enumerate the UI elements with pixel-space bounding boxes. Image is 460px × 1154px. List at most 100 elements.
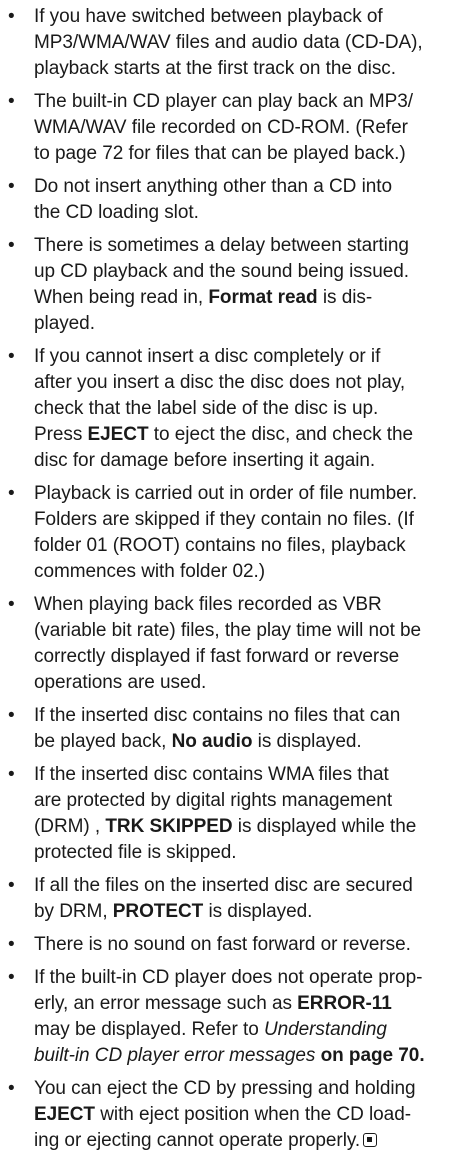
text-run: If all the files on the inserted disc ar… xyxy=(34,875,413,896)
text-run: with eject position when the CD load- xyxy=(95,1104,411,1125)
text-run: is displayed. xyxy=(203,901,313,922)
text-run: erly, an error message such as xyxy=(34,993,298,1014)
text-run: to eject the disc, and check the xyxy=(148,424,414,445)
note-line: ing or ejecting cannot operate properly. xyxy=(34,1128,450,1154)
text-run: MP3/WMA/WAV files and audio data (CD-DA)… xyxy=(34,32,423,53)
display-message: EJECT xyxy=(34,1104,95,1125)
note-line: Playback is carried out in order of file… xyxy=(34,481,450,507)
text-run: When being read in, xyxy=(34,287,209,308)
cross-reference-title: built-in CD player error messages xyxy=(34,1045,316,1066)
manual-page: • If you have switched between playback o… xyxy=(0,0,460,1151)
text-run: If the inserted disc contains WMA files … xyxy=(34,764,389,785)
text-run: ing or ejecting cannot operate properly. xyxy=(34,1130,361,1151)
list-item: • You can eject the CD by pressing and ho… xyxy=(6,1076,450,1154)
text-run: (variable bit rate) files, the play time… xyxy=(34,620,422,641)
display-message: TRK SKIPPED xyxy=(105,816,233,837)
note-line: may be displayed. Refer to Understanding xyxy=(34,1017,450,1043)
note-line: There is no sound on fast forward or rev… xyxy=(34,932,450,958)
display-message: ERROR-11 xyxy=(297,993,392,1014)
note-line: commences with folder 02.) xyxy=(34,559,450,585)
list-item: • If the inserted disc contains no files … xyxy=(6,703,450,755)
bullet-icon: • xyxy=(8,875,15,896)
text-run: playback starts at the first track on th… xyxy=(34,58,396,79)
bullet-icon: • xyxy=(8,91,15,112)
note-line: playback starts at the first track on th… xyxy=(34,56,450,82)
text-run: correctly displayed if fast forward or r… xyxy=(34,646,400,667)
note-line: Folders are skipped if they contain no f… xyxy=(34,507,450,533)
text-run: are protected by digital rights manageme… xyxy=(34,790,393,811)
text-run: If you cannot insert a disc completely o… xyxy=(34,346,381,367)
bullet-icon: • xyxy=(8,1078,15,1099)
text-run: When playing back files recorded as VBR xyxy=(34,594,382,615)
text-run: Playback is carried out in order of file… xyxy=(34,483,418,504)
list-item: • Do not insert anything other than a CD … xyxy=(6,174,450,226)
text-run: If you have switched between playback of xyxy=(34,6,383,27)
text-run: There is no sound on fast forward or rev… xyxy=(34,934,411,955)
display-message: EJECT xyxy=(87,424,149,445)
note-line: When playing back files recorded as VBR xyxy=(34,592,450,618)
list-item: • Playback is carried out in order of fil… xyxy=(6,481,450,585)
text-run: The built-in CD player can play back an … xyxy=(34,91,414,112)
display-message: No audio xyxy=(171,731,253,752)
list-item: • If you have switched between playback o… xyxy=(6,4,450,82)
note-line: built-in CD player error messages on pag… xyxy=(34,1043,450,1069)
bullet-icon: • xyxy=(8,176,15,197)
note-line: correctly displayed if fast forward or r… xyxy=(34,644,450,670)
note-line: Press EJECT to eject the disc, and check… xyxy=(34,422,450,448)
note-line: by DRM, PROTECT is displayed. xyxy=(34,899,450,925)
text-run: If the built-in CD player does not opera… xyxy=(34,967,423,988)
note-line: (variable bit rate) files, the play time… xyxy=(34,618,450,644)
text-run: check that the label side of the disc is… xyxy=(34,398,379,419)
text-run: by DRM, xyxy=(34,901,113,922)
list-item: • If the built-in CD player does not oper… xyxy=(6,965,450,1069)
bullet-icon: • xyxy=(8,764,15,785)
bullet-icon: • xyxy=(8,346,15,367)
note-line: If the inserted disc contains no files t… xyxy=(34,703,450,729)
text-run: after you insert a disc the disc does no… xyxy=(34,372,406,393)
text-run: the CD loading slot. xyxy=(34,202,199,223)
bullet-icon: • xyxy=(8,594,15,615)
note-line: up CD playback and the sound being issue… xyxy=(34,259,450,285)
text-run: up CD playback and the sound being issue… xyxy=(34,261,409,282)
note-line: erly, an error message such as ERROR-11 xyxy=(34,991,450,1017)
note-line: to page 72 for files that can be played … xyxy=(34,141,450,167)
note-line: If you cannot insert a disc completely o… xyxy=(34,344,450,370)
note-line: played. xyxy=(34,311,450,337)
note-line: WMA/WAV file recorded on CD-ROM. (Refer xyxy=(34,115,450,141)
note-line: protected file is skipped. xyxy=(34,840,450,866)
note-line: are protected by digital rights manageme… xyxy=(34,788,450,814)
text-run: Folders are skipped if they contain no f… xyxy=(34,509,414,530)
text-run: is displayed. xyxy=(252,731,362,752)
text-run: played. xyxy=(34,313,95,334)
note-line: (DRM) , TRK SKIPPED is displayed while t… xyxy=(34,814,450,840)
note-line: If the inserted disc contains WMA files … xyxy=(34,762,450,788)
text-run: There is sometimes a delay between start… xyxy=(34,235,409,256)
end-of-section-icon xyxy=(363,1133,378,1147)
note-line: EJECT with eject position when the CD lo… xyxy=(34,1102,450,1128)
cross-reference-title: Understanding xyxy=(263,1019,387,1040)
list-item: • When playing back files recorded as VBR… xyxy=(6,592,450,696)
note-line: If the built-in CD player does not opera… xyxy=(34,965,450,991)
text-run: If the inserted disc contains no files t… xyxy=(34,705,401,726)
bullet-icon: • xyxy=(8,934,15,955)
note-line: There is sometimes a delay between start… xyxy=(34,233,450,259)
notes-list: • If you have switched between playback o… xyxy=(6,4,450,1154)
text-run: operations are used. xyxy=(34,672,207,693)
note-line: the CD loading slot. xyxy=(34,200,450,226)
list-item: • There is sometimes a delay between star… xyxy=(6,233,450,337)
text-run: may be displayed. Refer to xyxy=(34,1019,264,1040)
bullet-icon: • xyxy=(8,967,15,988)
bullet-icon: • xyxy=(8,705,15,726)
text-run: is displayed while the xyxy=(232,816,417,837)
list-item: • There is no sound on fast forward or re… xyxy=(6,932,450,958)
note-line: If you have switched between playback of xyxy=(34,4,450,30)
note-line: When being read in, Format read is dis- xyxy=(34,285,450,311)
bullet-icon: • xyxy=(8,483,15,504)
note-line: Do not insert anything other than a CD i… xyxy=(34,174,450,200)
display-message: on page 70. xyxy=(315,1045,425,1066)
note-line: The built-in CD player can play back an … xyxy=(34,89,450,115)
list-item: • If you cannot insert a disc completely … xyxy=(6,344,450,474)
text-run: be played back, xyxy=(34,731,172,752)
note-line: after you insert a disc the disc does no… xyxy=(34,370,450,396)
bullet-icon: • xyxy=(8,6,15,27)
